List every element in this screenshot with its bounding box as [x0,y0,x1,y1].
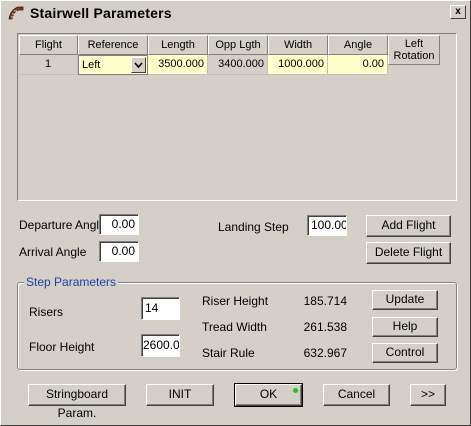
step-parameters-title: Step Parameters [24,275,119,289]
stair-icon [8,6,24,20]
close-icon: x [455,6,461,17]
add-flight-button[interactable]: Add Flight [366,215,451,237]
flight-number-cell[interactable]: 1 [19,55,78,75]
left-rotation-label-line1: Left [404,38,424,50]
reference-selected-value: Left [82,59,101,71]
control-button[interactable]: Control [372,343,438,363]
help-button[interactable]: Help [372,317,438,337]
landing-step-field[interactable]: 100.00 [307,215,347,236]
tread-width-value: 261.538 [303,320,347,334]
chevron-down-icon [134,62,143,69]
column-header-flight[interactable]: Flight [19,35,78,55]
stair-rule-label: Stair Rule [202,346,255,360]
flights-table[interactable]: Flight Reference Length Opp Lgth Width A… [17,33,457,201]
risers-field[interactable]: 14 [141,297,180,320]
dialog-title: Stairwell Parameters [30,5,172,21]
stair-rule-value: 632.967 [303,346,347,360]
riser-height-value: 185.714 [303,294,347,308]
column-header-length[interactable]: Length [148,35,208,55]
close-button[interactable]: x [450,5,466,19]
length-cell[interactable]: 3500.000 [148,55,208,75]
risers-label: Risers [29,305,64,319]
stringboard-param-button[interactable]: Stringboard Param. [28,384,126,420]
tread-width-label: Tread Width [202,320,267,334]
departure-angle-label: Departure Angle [19,218,106,232]
width-cell[interactable]: 1000.000 [268,55,328,75]
ok-status-indicator [293,388,298,393]
ok-label: OK [259,387,278,401]
riser-height-label: Riser Height [202,294,269,308]
floor-height-label: Floor Height [29,340,95,354]
more-button[interactable]: >> [410,384,446,406]
stairwell-parameters-dialog: Stairwell Parameters x Flight Reference … [0,0,471,426]
reference-select[interactable]: Left [78,55,148,75]
reference-dropdown-button[interactable] [131,57,146,73]
update-button[interactable]: Update [372,290,438,310]
column-header-width[interactable]: Width [268,35,328,55]
landing-step-label: Landing Step [218,220,289,234]
opp-length-cell[interactable]: 3400.000 [208,55,268,75]
arrival-angle-label: Arrival Angle [19,245,87,259]
title-bar[interactable]: Stairwell Parameters x [3,3,468,23]
column-header-opp-length[interactable]: Opp Lgth [208,35,268,55]
delete-flight-button[interactable]: Delete Flight [366,242,451,264]
departure-angle-field[interactable]: 0.00 [99,214,139,235]
cancel-button[interactable]: Cancel [323,384,390,406]
column-header-angle[interactable]: Angle [328,35,388,55]
arrival-angle-field[interactable]: 0.00 [99,241,139,262]
angle-cell[interactable]: 0.00 [328,55,388,75]
column-header-reference[interactable]: Reference [78,35,148,55]
left-rotation-label-line2: Rotation [393,50,435,62]
floor-height-field[interactable]: 2600.0 [141,334,180,357]
ok-button[interactable]: OK [234,383,303,407]
left-rotation-button[interactable]: Left Rotation [388,35,440,65]
init-button[interactable]: INIT [146,384,214,406]
